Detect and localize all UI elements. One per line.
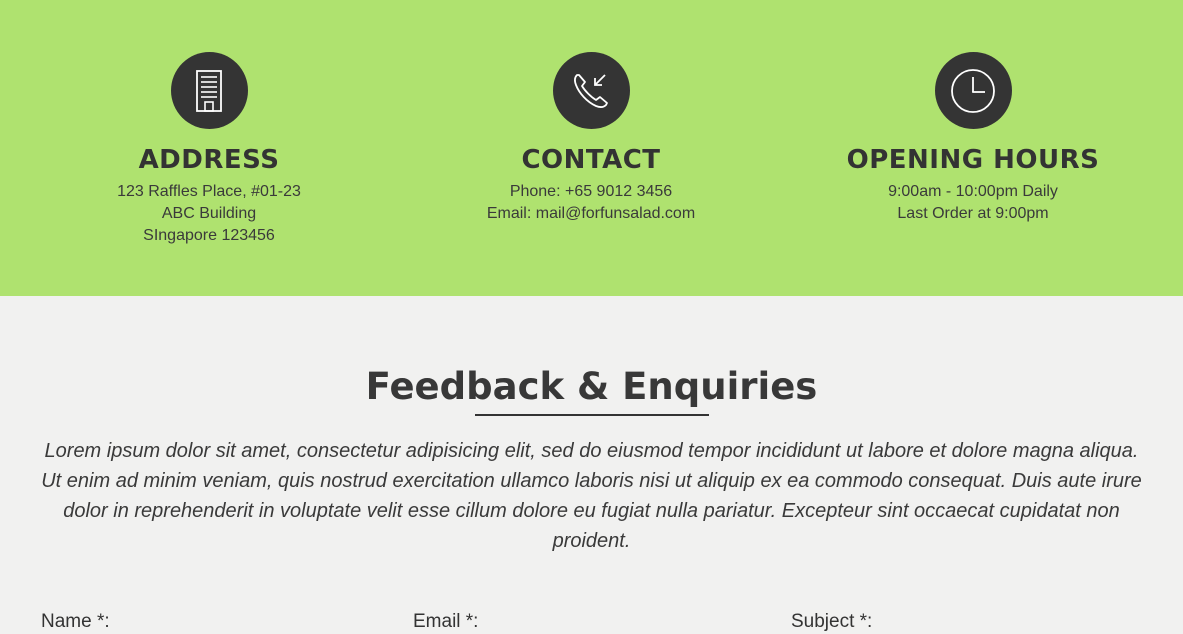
address-line: ABC Building — [161, 205, 257, 222]
feedback-section: Feedback & Enquiries Lorem ipsum dolor s… — [0, 296, 1183, 632]
address-block: ADDRESS 123 Raffles Place, #01-23 ABC Bu… — [29, 52, 389, 247]
address-line: SIngapore 123456 — [143, 227, 275, 244]
hours-line: Last Order at 9:00pm — [897, 205, 1049, 222]
contact-block: CONTACT Phone: +65 9012 3456 Email: mail… — [411, 52, 771, 225]
feedback-description: Lorem ipsum dolor sit amet, consectetur … — [41, 440, 1142, 552]
info-band: ADDRESS 123 Raffles Place, #01-23 ABC Bu… — [0, 0, 1183, 296]
address-title: ADDRESS — [138, 145, 280, 175]
contact-email[interactable]: Email: mail@forfunsalad.com — [411, 203, 771, 225]
contact-title: CONTACT — [521, 145, 661, 175]
opening-hours-lines: 9:00am - 10:00pm Daily Last Order at 9:0… — [793, 181, 1153, 225]
feedback-title: Feedback & Enquiries — [365, 365, 818, 408]
name-label: Name *: — [41, 611, 110, 632]
contact-phone: Phone: +65 9012 3456 — [509, 183, 673, 200]
email-label: Email *: — [413, 611, 479, 632]
opening-hours-block: OPENING HOURS 9:00am - 10:00pm Daily Las… — [793, 52, 1153, 225]
opening-hours-title: OPENING HOURS — [846, 145, 1100, 175]
address-lines: 123 Raffles Place, #01-23 ABC Building S… — [29, 181, 389, 247]
address-line: 123 Raffles Place, #01-23 — [117, 183, 301, 200]
subject-label: Subject *: — [791, 611, 873, 632]
phone-icon — [552, 52, 630, 129]
hours-line: 9:00am - 10:00pm Daily — [888, 183, 1058, 200]
title-underline — [475, 414, 709, 416]
contact-lines: Phone: +65 9012 3456 Email: mail@forfuns… — [411, 181, 771, 225]
clock-icon — [934, 52, 1012, 129]
building-icon — [170, 52, 248, 129]
